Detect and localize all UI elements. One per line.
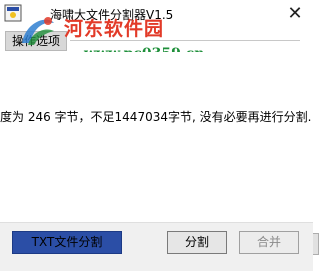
split-button[interactable]: 分割 xyxy=(167,231,227,254)
close-icon[interactable]: ✕ xyxy=(277,0,313,28)
watermark-site-name: 河东软件园 xyxy=(64,18,165,40)
bottom-toolbar: TXT文件分割 分割 合并 xyxy=(0,224,313,266)
txt-split-button[interactable]: TXT文件分割 xyxy=(12,231,122,254)
merge-button[interactable]: 合并 xyxy=(239,231,299,254)
dialog-message: 度为 246 字节，不足1447034字节, 没有必要再进行分割. xyxy=(0,110,312,124)
watermark-logo-icon xyxy=(18,13,58,49)
app-window: 海啸大文件分割器V1.5 ✕ 操作选项 河东软件园 www.pc0359.cn … xyxy=(0,0,319,271)
message-dialog: 度为 246 字节，不足1447034字节, 没有必要再进行分割. 确定 xyxy=(0,52,319,271)
